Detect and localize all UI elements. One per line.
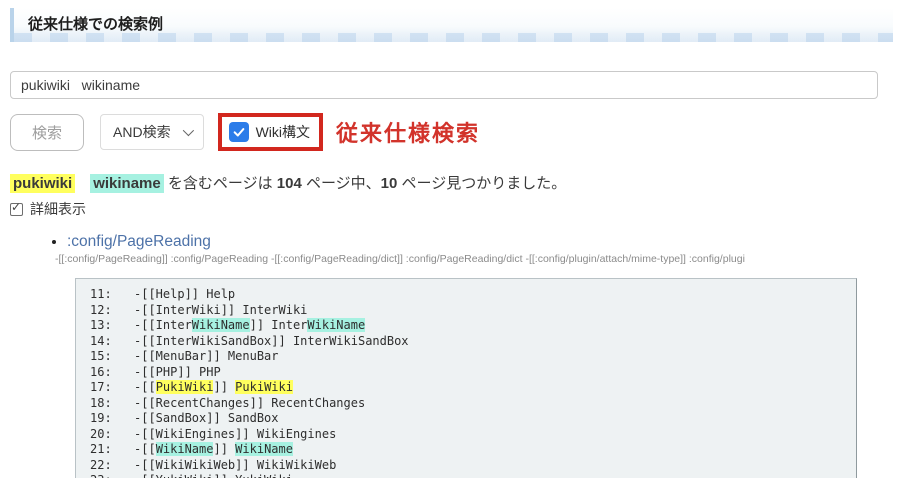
summary-text: を含むページは	[164, 175, 277, 192]
code-text: ]] Inter	[250, 318, 308, 332]
code-line-number: 19:	[90, 411, 134, 427]
code-line: 23:-[[YukiWiki]] YukiWiki	[90, 473, 856, 478]
result-excerpt: -[[:config/PageReading]] :config/PageRea…	[55, 253, 893, 265]
code-highlight-cyan: WikiName	[235, 442, 293, 456]
code-line-number: 17:	[90, 380, 134, 396]
code-line-number: 18:	[90, 396, 134, 412]
code-highlight-cyan: WikiName	[156, 442, 214, 456]
code-line-number: 21:	[90, 442, 134, 458]
code-text: ]]	[213, 380, 235, 394]
code-line-number: 22:	[90, 458, 134, 474]
code-line: 11:-[[Help]] Help	[90, 287, 856, 303]
search-input[interactable]	[10, 71, 878, 99]
search-mode-select[interactable]: AND検索	[100, 114, 204, 150]
code-line-content: -[[WikiWikiWeb]] WikiWikiWeb	[134, 458, 336, 474]
annotation-red-box: Wiki構文	[218, 113, 323, 151]
code-line-content: -[[PHP]] PHP	[134, 365, 221, 381]
code-text: -[[SandBox]] SandBox	[134, 411, 279, 425]
code-line-number: 16:	[90, 365, 134, 381]
total-pages-count: 104	[277, 175, 302, 192]
keyword-highlight-cyan: wikiname	[90, 174, 164, 193]
code-line-number: 11:	[90, 287, 134, 303]
checkmark-icon	[232, 125, 246, 139]
code-text: -[[InterWiki]] InterWiki	[134, 303, 307, 317]
search-mode-value: AND検索	[113, 122, 171, 142]
page: 従来仕様での検索例 検索 AND検索 Wiki構文 従来仕様検索 pukiwik…	[0, 0, 910, 478]
code-text: ]]	[213, 442, 235, 456]
code-highlight-cyan: WikiName	[307, 318, 365, 332]
detail-toggle-row: 詳細表示	[10, 199, 893, 219]
code-text: -[[WikiEngines]] WikiEngines	[134, 427, 336, 441]
result-summary: pukiwiki wikiname を含むページは 104 ページ中、10 ページ…	[10, 172, 893, 193]
code-highlight-yellow: PukiWiki	[235, 380, 293, 394]
code-line: 12:-[[InterWiki]] InterWiki	[90, 303, 856, 319]
section-heading: 従来仕様での検索例	[10, 8, 893, 42]
code-line: 13:-[[InterWikiName]] InterWikiName	[90, 318, 856, 334]
code-text: -[[MenuBar]] MenuBar	[134, 349, 279, 363]
code-text: -[[WikiWikiWeb]] WikiWikiWeb	[134, 458, 336, 472]
found-pages-count: 10	[381, 175, 398, 192]
code-text: -[[PHP]] PHP	[134, 365, 221, 379]
code-line: 18:-[[RecentChanges]] RecentChanges	[90, 396, 856, 412]
keyword-highlight-yellow: pukiwiki	[10, 174, 75, 193]
code-line-content: -[[RecentChanges]] RecentChanges	[134, 396, 365, 412]
code-line: 22:-[[WikiWikiWeb]] WikiWikiWeb	[90, 458, 856, 474]
code-line-number: 23:	[90, 473, 134, 478]
chevron-down-icon	[182, 125, 193, 136]
code-line-content: -[[WikiEngines]] WikiEngines	[134, 427, 336, 443]
result-list: :config/PageReading -[[:config/PageReadi…	[10, 233, 893, 265]
detail-checkbox-label: 詳細表示	[30, 199, 86, 219]
code-line: 19:-[[SandBox]] SandBox	[90, 411, 856, 427]
code-line-number: 15:	[90, 349, 134, 365]
code-line-content: -[[PukiWiki]] PukiWiki	[134, 380, 293, 396]
code-text: -[[	[134, 442, 156, 456]
wiki-syntax-checkbox[interactable]	[229, 122, 249, 142]
code-text: -[[RecentChanges]] RecentChanges	[134, 396, 365, 410]
code-line-content: -[[Help]] Help	[134, 287, 235, 303]
code-line-content: -[[MenuBar]] MenuBar	[134, 349, 279, 365]
code-line-content: -[[SandBox]] SandBox	[134, 411, 279, 427]
code-line: 20:-[[WikiEngines]] WikiEngines	[90, 427, 856, 443]
summary-text: ページ中、	[302, 175, 381, 192]
code-text: -[[Help]] Help	[134, 287, 235, 301]
code-text: -[[YukiWiki]] YukiWiki	[134, 473, 293, 478]
result-list-item: :config/PageReading -[[:config/PageReadi…	[67, 233, 893, 265]
code-line-number: 14:	[90, 334, 134, 350]
code-line-number: 12:	[90, 303, 134, 319]
code-line-number: 13:	[90, 318, 134, 334]
code-line-content: -[[YukiWiki]] YukiWiki	[134, 473, 293, 478]
code-line: 21:-[[WikiName]] WikiName	[90, 442, 856, 458]
code-line-content: -[[WikiName]] WikiName	[134, 442, 293, 458]
code-highlight-yellow: PukiWiki	[156, 380, 214, 394]
code-line-content: -[[InterWiki]] InterWiki	[134, 303, 307, 319]
result-page-link[interactable]: :config/PageReading	[67, 233, 211, 250]
detail-checkbox[interactable]	[10, 203, 23, 216]
code-text: -[[	[134, 380, 156, 394]
code-line-number: 20:	[90, 427, 134, 443]
code-line: 16:-[[PHP]] PHP	[90, 365, 856, 381]
search-controls: 検索 AND検索 Wiki構文 従来仕様検索	[10, 112, 893, 152]
code-line: 15:-[[MenuBar]] MenuBar	[90, 349, 856, 365]
code-text: -[[Inter	[134, 318, 192, 332]
code-line: 17:-[[PukiWiki]] PukiWiki	[90, 380, 856, 396]
code-highlight-cyan: WikiName	[192, 318, 250, 332]
code-line: 14:-[[InterWikiSandBox]] InterWikiSandBo…	[90, 334, 856, 350]
annotation-text: 従来仕様検索	[336, 116, 480, 148]
code-line-content: -[[InterWikiSandBox]] InterWikiSandBox	[134, 334, 409, 350]
code-line-content: -[[InterWikiName]] InterWikiName	[134, 318, 365, 334]
search-button[interactable]: 検索	[10, 114, 84, 151]
code-text: -[[InterWikiSandBox]] InterWikiSandBox	[134, 334, 409, 348]
wiki-syntax-label: Wiki構文	[256, 122, 310, 142]
summary-text: ページ見つかりました。	[397, 175, 566, 192]
code-block: 11:-[[Help]] Help12:-[[InterWiki]] Inter…	[75, 278, 857, 478]
